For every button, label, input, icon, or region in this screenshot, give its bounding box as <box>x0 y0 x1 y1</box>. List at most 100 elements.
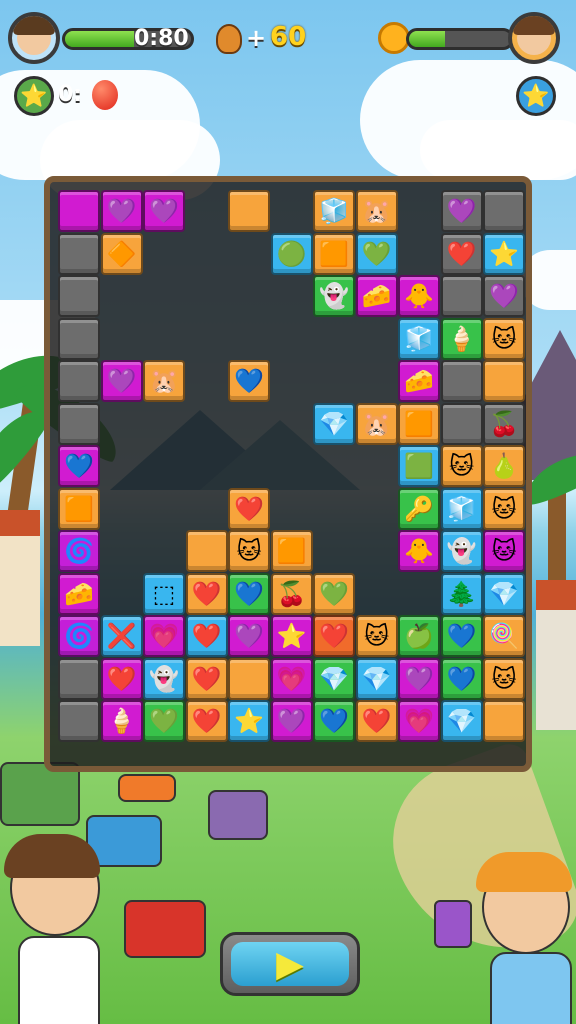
board-tile[interactable]: 👻 <box>143 657 185 700</box>
board-tile[interactable]: 🍭 <box>483 615 525 657</box>
board-tile[interactable] <box>58 275 100 317</box>
board-tile[interactable]: 🍏 <box>398 615 440 657</box>
board-tile[interactable]: ❤️ <box>185 572 228 615</box>
board-tile[interactable]: ❤️ <box>440 232 483 275</box>
board-tile[interactable] <box>58 402 100 445</box>
board-tile[interactable]: 💗 <box>143 615 185 657</box>
board-tile[interactable] <box>483 700 525 742</box>
board-tile[interactable]: 🐱 <box>483 530 525 572</box>
board-tile[interactable]: 🧀 <box>355 275 398 317</box>
board-tile[interactable]: 🍒 <box>483 402 525 445</box>
board-tile[interactable]: 🟧 <box>398 402 440 445</box>
board-tile[interactable]: 🌀 <box>58 615 100 657</box>
board-tile[interactable]: 🐱 <box>228 530 270 572</box>
board-tile[interactable]: ⭐ <box>270 615 313 657</box>
star-badge-button[interactable]: ⭐ <box>14 76 54 116</box>
board-tile[interactable]: 🧀 <box>58 572 100 615</box>
board-tile[interactable]: 🧊 <box>313 190 355 232</box>
board-tile[interactable]: 🍦 <box>100 700 143 742</box>
board-tile[interactable]: ❤️ <box>185 700 228 742</box>
player-avatar[interactable] <box>8 12 60 64</box>
board-tile[interactable]: 💎 <box>483 572 525 615</box>
board-tile[interactable]: 🍒 <box>270 572 313 615</box>
board-tile[interactable]: 💜 <box>270 700 313 742</box>
board-tile[interactable]: 💙 <box>440 657 483 700</box>
board-tile[interactable]: 💚 <box>143 700 185 742</box>
board-tile[interactable] <box>58 700 100 742</box>
board-tile[interactable]: 🟢 <box>270 232 313 275</box>
board-tile[interactable] <box>58 317 100 360</box>
board-tile[interactable]: 🟧 <box>313 232 355 275</box>
board-tile[interactable]: 💙 <box>313 700 355 742</box>
board-tile[interactable]: 👻 <box>440 530 483 572</box>
board-tile[interactable]: ❤️ <box>313 615 355 657</box>
board-tile[interactable]: 🐹 <box>143 360 185 402</box>
board-tile[interactable]: ❤️ <box>185 615 228 657</box>
board-tile[interactable] <box>228 190 270 232</box>
board-tile[interactable] <box>185 530 228 572</box>
board-tile[interactable]: 🐱 <box>483 657 525 700</box>
board-tile[interactable]: 💙 <box>58 445 100 487</box>
board-tile[interactable]: 🧊 <box>398 317 440 360</box>
board-tile[interactable]: 💎 <box>313 402 355 445</box>
board-tile[interactable]: 🍐 <box>483 445 525 487</box>
board-tile[interactable] <box>58 657 100 700</box>
board-tile[interactable]: 💎 <box>313 657 355 700</box>
board-tile[interactable] <box>440 402 483 445</box>
board-tile[interactable]: 🟧 <box>270 530 313 572</box>
board-tile[interactable]: 🐹 <box>355 190 398 232</box>
board-tile[interactable]: 💎 <box>440 700 483 742</box>
board-tile[interactable]: 🐥 <box>398 275 440 317</box>
board-tile[interactable]: ⭐ <box>228 700 270 742</box>
board-tile[interactable]: 🔶 <box>100 232 143 275</box>
board-tile[interactable]: ❤️ <box>100 657 143 700</box>
board-tile[interactable]: 🌲 <box>440 572 483 615</box>
star-badge-button-right[interactable]: ⭐ <box>516 76 556 116</box>
board-tile[interactable]: 🟩 <box>398 445 440 487</box>
board-tile[interactable]: ⭐ <box>483 232 525 275</box>
board-tile[interactable] <box>58 232 100 275</box>
board-tile[interactable] <box>483 360 525 402</box>
board-tile[interactable]: 🧊 <box>440 487 483 530</box>
board-tile[interactable]: 🌀 <box>58 530 100 572</box>
board-tile[interactable]: ❤️ <box>185 657 228 700</box>
board-tile[interactable] <box>228 657 270 700</box>
board-tile[interactable] <box>483 190 525 232</box>
board-tile[interactable]: 💜 <box>100 190 143 232</box>
board-tile[interactable]: 🍦 <box>440 317 483 360</box>
board-tile[interactable]: 💗 <box>398 700 440 742</box>
board-tile[interactable]: 💚 <box>355 232 398 275</box>
board-tile[interactable]: 💙 <box>228 360 270 402</box>
board-tile[interactable]: 💜 <box>143 190 185 232</box>
board-tile[interactable]: 🐱 <box>355 615 398 657</box>
board-tile[interactable]: 🐥 <box>398 530 440 572</box>
board-tile[interactable]: 🐱 <box>483 317 525 360</box>
board-tile[interactable] <box>440 275 483 317</box>
board-tile[interactable]: ⬚ <box>143 572 185 615</box>
board-tile[interactable]: 💚 <box>313 572 355 615</box>
board-tile[interactable]: 💙 <box>228 572 270 615</box>
board-tile[interactable]: 🐱 <box>440 445 483 487</box>
play-button[interactable]: ▶ <box>220 932 360 996</box>
board-tile[interactable]: 🟧 <box>58 487 100 530</box>
board-tile[interactable]: 💗 <box>270 657 313 700</box>
board-tile[interactable]: 🧀 <box>398 360 440 402</box>
board-tile[interactable]: 💎 <box>355 657 398 700</box>
board-tile[interactable] <box>58 190 100 232</box>
board-tile[interactable]: 👻 <box>313 275 355 317</box>
board-tile[interactable]: 💜 <box>483 275 525 317</box>
board-tile[interactable] <box>58 360 100 402</box>
board-tile[interactable]: ❤️ <box>355 700 398 742</box>
board-tile[interactable]: 🐹 <box>355 402 398 445</box>
board-tile[interactable]: ❤️ <box>228 487 270 530</box>
board-tile[interactable]: 💙 <box>440 615 483 657</box>
board-tile[interactable]: 🐱 <box>483 487 525 530</box>
board-tile[interactable]: ❌ <box>100 615 143 657</box>
board-tile[interactable]: 💜 <box>100 360 143 402</box>
board-tile[interactable]: 💜 <box>440 190 483 232</box>
opponent-avatar[interactable] <box>508 12 560 64</box>
board-tile[interactable]: 🔑 <box>398 487 440 530</box>
board-tile[interactable] <box>440 360 483 402</box>
board-tile[interactable]: 💜 <box>228 615 270 657</box>
board-tile[interactable]: 💜 <box>398 657 440 700</box>
